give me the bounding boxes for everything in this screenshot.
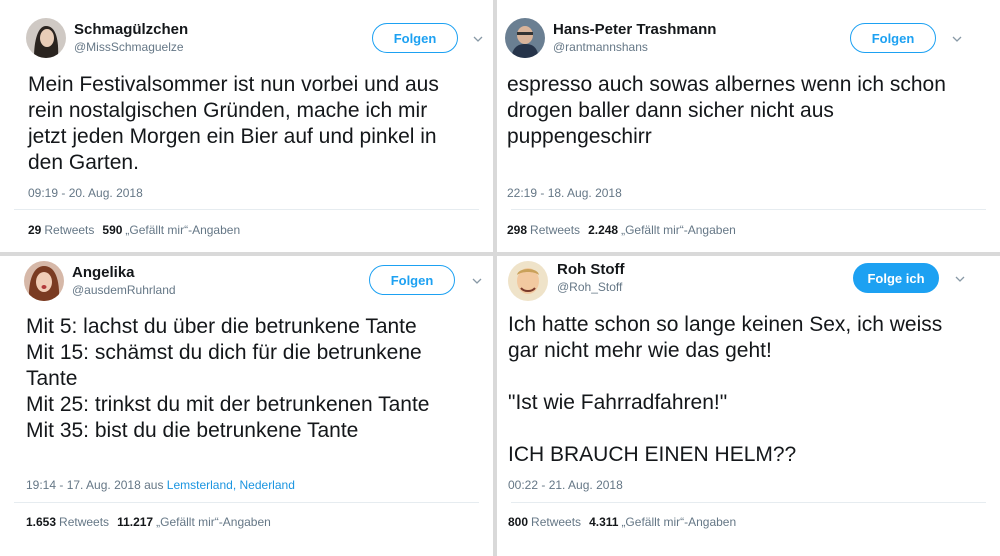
retweet-count[interactable]: 29 Retweets bbox=[28, 223, 94, 237]
avatar[interactable] bbox=[24, 261, 64, 301]
user-handle[interactable]: @ausdemRuhrland bbox=[72, 283, 176, 297]
tweet-timestamp[interactable]: 09:19 - 20. Aug. 2018 bbox=[28, 186, 143, 200]
display-name[interactable]: Schmagülzchen bbox=[74, 21, 188, 38]
tweet-card: Hans-Peter Trashmann @rantmannshans Folg… bbox=[497, 0, 1000, 252]
like-count[interactable]: 4.311 „Gefällt mir“-Angaben bbox=[589, 515, 736, 529]
tweet-stats: 298 Retweets 2.248 „Gefällt mir“-Angaben bbox=[507, 223, 736, 237]
tweet-stats: 1.653 Retweets 11.217 „Gefällt mir“-Angaben bbox=[26, 515, 271, 529]
user-handle[interactable]: @Roh_Stoff bbox=[557, 280, 622, 294]
tweet-timestamp[interactable]: 22:19 - 18. Aug. 2018 bbox=[507, 186, 622, 200]
tweet-stats: 29 Retweets 590 „Gefällt mir“-Angaben bbox=[28, 223, 240, 237]
tweet-card: Angelika @ausdemRuhrland Folgen Mit 5: l… bbox=[0, 256, 493, 556]
tweet-location[interactable]: Lemsterland, Nederland bbox=[167, 478, 295, 492]
display-name[interactable]: Roh Stoff bbox=[557, 261, 624, 278]
retweet-count[interactable]: 800 Retweets bbox=[508, 515, 581, 529]
tweet-text: espresso auch sowas albernes wenn ich sc… bbox=[507, 73, 946, 148]
like-count[interactable]: 11.217 „Gefällt mir“-Angaben bbox=[117, 515, 271, 529]
retweet-count[interactable]: 298 Retweets bbox=[507, 223, 580, 237]
avatar[interactable] bbox=[26, 18, 66, 58]
display-name[interactable]: Angelika bbox=[72, 264, 135, 281]
like-count[interactable]: 2.248 „Gefällt mir“-Angaben bbox=[588, 223, 736, 237]
divider bbox=[511, 502, 986, 503]
display-name[interactable]: Hans-Peter Trashmann bbox=[553, 21, 716, 38]
follow-button[interactable]: Folgen bbox=[369, 265, 455, 295]
follow-button[interactable]: Folgen bbox=[850, 23, 936, 53]
tweet-stats: 800 Retweets 4.311 „Gefällt mir“-Angaben bbox=[508, 515, 736, 529]
avatar[interactable] bbox=[505, 18, 545, 58]
tweet-timestamp[interactable]: 19:14 - 17. Aug. 2018 aus Lemsterland, N… bbox=[26, 478, 295, 492]
user-handle[interactable]: @MissSchmaguelze bbox=[74, 40, 184, 54]
tweet-card: Roh Stoff @Roh_Stoff Folge ich Ich hatte… bbox=[497, 256, 1000, 556]
tweet-text: Mit 5: lachst du über die betrunkene Tan… bbox=[26, 315, 430, 442]
tweet-text: Mein Festivalsommer ist nun vorbei und a… bbox=[28, 73, 439, 174]
divider bbox=[511, 209, 986, 210]
retweet-count[interactable]: 1.653 Retweets bbox=[26, 515, 109, 529]
chevron-down-icon[interactable] bbox=[952, 34, 962, 44]
divider bbox=[14, 502, 479, 503]
following-button[interactable]: Folge ich bbox=[853, 263, 939, 293]
tweet-card: Schmagülzchen @MissSchmaguelze Folgen Me… bbox=[0, 0, 493, 252]
chevron-down-icon[interactable] bbox=[473, 34, 483, 44]
divider bbox=[14, 209, 479, 210]
tweet-text: Ich hatte schon so lange keinen Sex, ich… bbox=[508, 313, 943, 466]
like-count[interactable]: 590 „Gefällt mir“-Angaben bbox=[102, 223, 240, 237]
user-handle[interactable]: @rantmannshans bbox=[553, 40, 648, 54]
tweet-timestamp[interactable]: 00:22 - 21. Aug. 2018 bbox=[508, 478, 623, 492]
chevron-down-icon[interactable] bbox=[472, 276, 482, 286]
chevron-down-icon[interactable] bbox=[955, 274, 965, 284]
follow-button[interactable]: Folgen bbox=[372, 23, 458, 53]
avatar[interactable] bbox=[508, 261, 548, 301]
